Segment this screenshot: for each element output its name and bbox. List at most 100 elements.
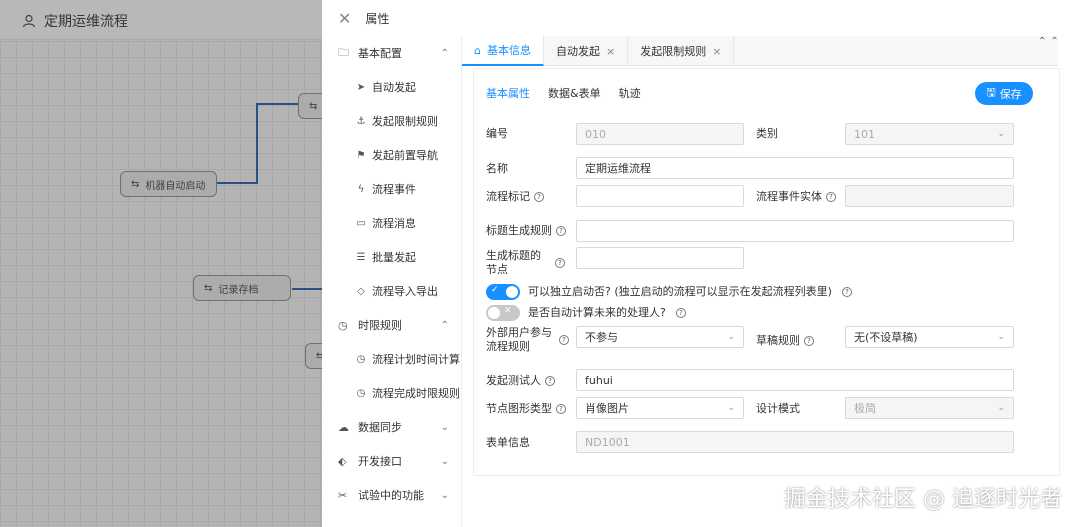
watermark: 掘金技术社区 @ 追逐时光者 — [784, 487, 1062, 512]
external-users-value: 不参与 — [585, 331, 618, 344]
number-field: 010 — [576, 123, 744, 145]
category-label: 类别 — [756, 127, 778, 140]
external-users-select[interactable]: 不参与 ⌄ — [576, 326, 744, 348]
title-rule-text: 标题生成规则 — [486, 224, 552, 237]
tab-bar: ⌂ 基本信息 自动发起 × 发起限制规则 × — [462, 36, 1058, 66]
independent-start-text: 可以独立启动否? (独立启动的流程可以显示在发起流程列表里) — [528, 285, 832, 298]
tools-icon: ✂ — [338, 488, 348, 502]
menu-item-start-limit[interactable]: ⚓ 发起限制规则 — [322, 104, 461, 138]
menu-item-flow-event[interactable]: ϟ 流程事件 — [322, 172, 461, 206]
draft-rule-value: 无(不设草稿) — [854, 331, 918, 344]
question-icon: ? — [841, 287, 852, 297]
properties-drawer: ✕ 属性 🗀 基本配置 ⌃ ➤ 自动发起 ⚓ 发起限制规则 ⚑ 发起前置导航 ϟ… — [322, 0, 1080, 527]
flow-mark-field[interactable] — [576, 185, 744, 207]
title-node-field[interactable] — [576, 247, 744, 269]
close-icon[interactable]: ✕ — [338, 9, 351, 28]
menu-item-label: 自动发起 — [372, 81, 416, 94]
question-icon: ? — [545, 376, 555, 386]
chevron-down-icon: ⌄ — [440, 489, 449, 501]
menu-group-label: 基本配置 — [358, 47, 402, 60]
draft-rule-label: 草稿规则? — [756, 334, 814, 348]
auto-calc-text: 是否自动计算未来的处理人? — [528, 306, 666, 319]
menu-group-experimental[interactable]: ✂ 试验中的功能 ⌄ — [322, 478, 461, 512]
menu-item-auto-start[interactable]: ➤ 自动发起 — [322, 70, 461, 104]
node-shape-select[interactable]: 肖像图片 ⌄ — [576, 397, 744, 419]
chevron-down-icon: ⌄ — [727, 332, 735, 342]
menu-item-batch-start[interactable]: ☰ 批量发起 — [322, 240, 461, 274]
chevron-down-icon: ⌄ — [440, 455, 449, 467]
test-person-field[interactable]: fuhui — [576, 369, 1014, 391]
test-person-value: fuhui — [585, 373, 613, 387]
title-rule-field[interactable] — [576, 220, 1014, 242]
tab-start-limit[interactable]: 发起限制规则 × — [628, 36, 735, 66]
question-icon: ? — [804, 336, 814, 346]
clock-icon: ◷ — [338, 318, 348, 332]
chevron-up-icon: ⌃ — [440, 319, 449, 331]
flow-mark-label: 流程标记? — [486, 190, 544, 204]
switch-knob — [506, 286, 518, 298]
flow-mark-text: 流程标记 — [486, 190, 530, 203]
node-shape-text: 节点图形类型 — [486, 402, 552, 415]
menu-item-label: 流程完成时限规则 — [372, 387, 460, 400]
menu-item-label: 批量发起 — [372, 251, 416, 264]
close-icon[interactable]: × — [712, 45, 721, 58]
menu-group-basic-config[interactable]: 🗀 基本配置 ⌃ — [322, 36, 461, 70]
menu-item-label: 流程消息 — [372, 217, 416, 230]
name-field[interactable]: 定期运维流程 — [576, 157, 1014, 179]
form-info-value: ND1001 — [585, 435, 630, 449]
subtab-track[interactable]: 轨迹 — [619, 85, 641, 101]
chevron-down-icon: ⌄ — [727, 403, 735, 413]
drawer-header: ✕ 属性 — [322, 0, 1080, 36]
tab-auto-start[interactable]: 自动发起 × — [544, 36, 629, 66]
menu-group-time-rules[interactable]: ◷ 时限规则 ⌃ — [322, 308, 461, 342]
menu-item-label: 发起前置导航 — [372, 149, 438, 162]
menu-item-plan-time[interactable]: ◷ 流程计划时间计算 — [322, 342, 461, 376]
subtab-basic-props[interactable]: 基本属性 — [486, 85, 530, 101]
save-label: 保存 — [999, 87, 1022, 101]
send-icon: ➤ — [356, 81, 366, 93]
menu-item-pre-nav[interactable]: ⚑ 发起前置导航 — [322, 138, 461, 172]
cloud-icon: ☁ — [338, 420, 349, 434]
chevron-up-icon[interactable]: ⌃ — [1038, 36, 1046, 50]
menu-item-complete-time[interactable]: ◷ 流程完成时限规则 — [322, 376, 461, 410]
signpost-icon: ⚑ — [356, 149, 366, 161]
test-person-label: 发起测试人? — [486, 374, 555, 388]
clock-icon: ◷ — [356, 353, 366, 365]
title-node-label: 生成标题的节点 — [486, 249, 541, 276]
side-menu: 🗀 基本配置 ⌃ ➤ 自动发起 ⚓ 发起限制规则 ⚑ 发起前置导航 ϟ 流程事件… — [322, 36, 462, 527]
independent-start-label: 可以独立启动否? (独立启动的流程可以显示在发起流程列表里)? — [528, 285, 852, 299]
node-shape-value: 肖像图片 — [585, 402, 629, 415]
form-info-field: ND1001 — [576, 431, 1014, 453]
clock-icon: ◷ — [356, 387, 366, 399]
independent-start-switch[interactable]: ✓ — [486, 284, 520, 300]
menu-group-dev-api[interactable]: ⬖ 开发接口 ⌄ — [322, 444, 461, 478]
form-panel: 基本属性 数据&表单 轨迹 🖫 保存 编号 010 类别 101 ⌄ 名称 定期… — [473, 68, 1060, 476]
node-shape-label: 节点图形类型? — [486, 402, 566, 416]
design-mode-select: 极简 ⌄ — [845, 397, 1014, 419]
design-mode-label: 设计模式 — [756, 402, 800, 415]
save-button[interactable]: 🖫 保存 — [975, 82, 1033, 105]
menu-group-data-sync[interactable]: ☁ 数据同步 ⌄ — [322, 410, 461, 444]
draft-rule-select[interactable]: 无(不设草稿) ⌄ — [845, 326, 1014, 348]
question-icon: ? — [555, 258, 565, 268]
chevron-down-icon: ⌄ — [997, 403, 1005, 413]
menu-item-flow-message[interactable]: ▭ 流程消息 — [322, 206, 461, 240]
close-icon[interactable]: × — [606, 45, 615, 58]
auto-calc-switch[interactable]: ✕ — [486, 305, 520, 321]
menu-item-label: 流程导入导出 — [372, 285, 438, 298]
number-label: 编号 — [486, 127, 508, 140]
tag-icon: ⬖ — [338, 454, 347, 468]
tab-basic-info[interactable]: ⌂ 基本信息 — [462, 36, 544, 66]
tab-scroll-arrows[interactable]: ⌃ ⌃ — [1038, 36, 1068, 50]
x-icon: ✕ — [504, 306, 512, 316]
chevron-down-icon: ⌄ — [997, 332, 1005, 342]
category-select: 101 ⌄ — [845, 123, 1014, 145]
event-entity-label: 流程事件实体? — [756, 190, 836, 204]
chevron-up-icon: ⌃ — [440, 47, 449, 59]
chevron-up-icon[interactable]: ⌃ — [1050, 36, 1058, 50]
event-entity-text: 流程事件实体 — [756, 190, 822, 203]
subtab-data-form[interactable]: 数据&表单 — [548, 85, 601, 101]
subtab-bar: 基本属性 数据&表单 轨迹 — [486, 85, 641, 101]
menu-item-import-export[interactable]: ◇ 流程导入导出 — [322, 274, 461, 308]
tab-label: 发起限制规则 — [640, 45, 707, 58]
